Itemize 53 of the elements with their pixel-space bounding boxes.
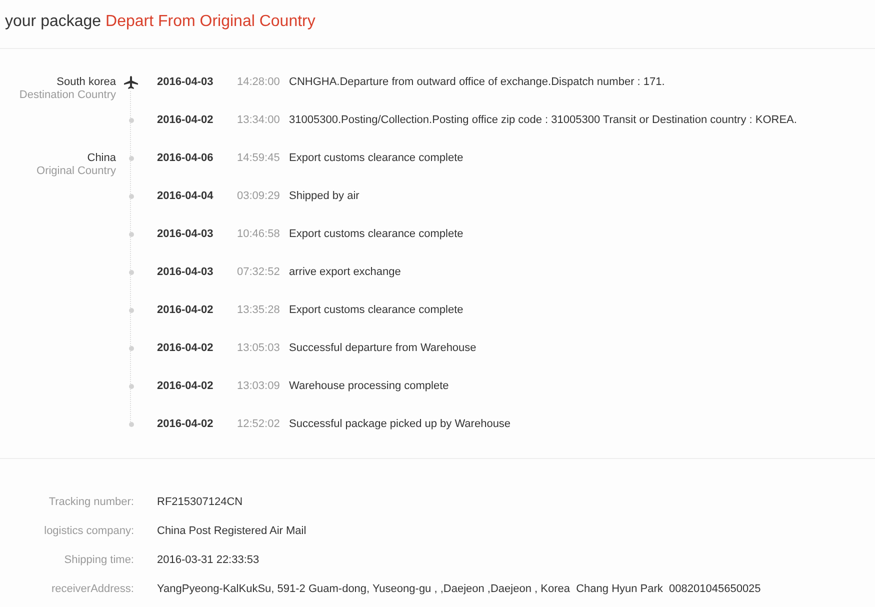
event-description: Successful package picked up by Warehouse [289, 418, 512, 432]
detail-label: Shipping time: [63, 553, 134, 568]
event-date: 2016-04-02 [156, 342, 214, 356]
event-description: CNHGHA.Departure from outward office of exchange.Dispatch number : 171. [289, 76, 666, 90]
event-date: 2016-04-02 [156, 418, 214, 432]
detail-value: RF215307124CN [157, 495, 244, 510]
event-time: 14:59:45 [236, 152, 281, 166]
event-date: 2016-04-03 [156, 266, 214, 280]
event-date: 2016-04-02 [156, 114, 214, 128]
detail-value: China Post Registered Air Mail [157, 524, 308, 540]
dot-icon [128, 194, 134, 199]
detail-value: YangPyeong-KalKukSu, 591-2 Guam-dong, Yuseong-gu , ,Daejeon ,Daejeon , Korea Chang Hyun Park 008201045650025 [157, 582, 762, 598]
event-time: 13:03:09 [236, 380, 281, 394]
dot-icon [128, 118, 134, 123]
event-description: Export customs clearance complete [289, 152, 464, 166]
dot-icon [128, 270, 134, 275]
event-time: 10:46:58 [236, 228, 281, 242]
event-date: 2016-04-06 [156, 152, 214, 166]
event-description: Export customs clearance complete [289, 228, 464, 242]
event-date: 2016-04-03 [156, 76, 214, 90]
event-date: 2016-04-04 [156, 190, 214, 204]
event-description: Shipped by air [289, 190, 360, 204]
event-time: 07:32:52 [236, 266, 281, 280]
event-time: 13:34:00 [236, 114, 281, 128]
location-name: South korea [56, 76, 116, 89]
event-date: 2016-04-02 [156, 380, 214, 394]
event-time: 14:28:00 [236, 76, 281, 90]
page-title: your package Depart From Original Country [5, 12, 316, 32]
event-time: 13:05:03 [236, 342, 281, 356]
airplane-icon [124, 76, 138, 89]
event-time: 03:09:29 [236, 190, 281, 204]
dot-icon [128, 232, 134, 237]
dot-icon [128, 346, 134, 351]
event-time: 13:35:28 [236, 304, 281, 318]
dot-icon [128, 156, 134, 161]
detail-label: receiverAddress: [50, 582, 134, 598]
location-role: Original Country [36, 165, 116, 178]
location-role: Destination Country [19, 89, 116, 102]
dot-icon [128, 384, 134, 389]
event-description: Warehouse processing complete [289, 380, 450, 394]
dot-icon [128, 422, 134, 427]
event-date: 2016-04-03 [156, 228, 214, 242]
location-name: China [87, 152, 116, 165]
event-description: arrive export exchange [289, 266, 402, 280]
event-date: 2016-04-02 [156, 304, 214, 318]
event-description: Export customs clearance complete [289, 304, 464, 318]
dot-icon [128, 308, 134, 313]
event-description: 31005300.Posting/Collection.Posting office zip code : 31005300 Transit or Destination country : KOREA. [289, 114, 798, 128]
detail-value: 2016-03-31 22:33:53 [157, 553, 260, 568]
event-description: Successful departure from Warehouse [289, 342, 478, 356]
event-time: 12:52:02 [236, 418, 281, 432]
detail-label: Tracking number: [48, 495, 134, 510]
detail-label: logistics company: [43, 524, 134, 540]
